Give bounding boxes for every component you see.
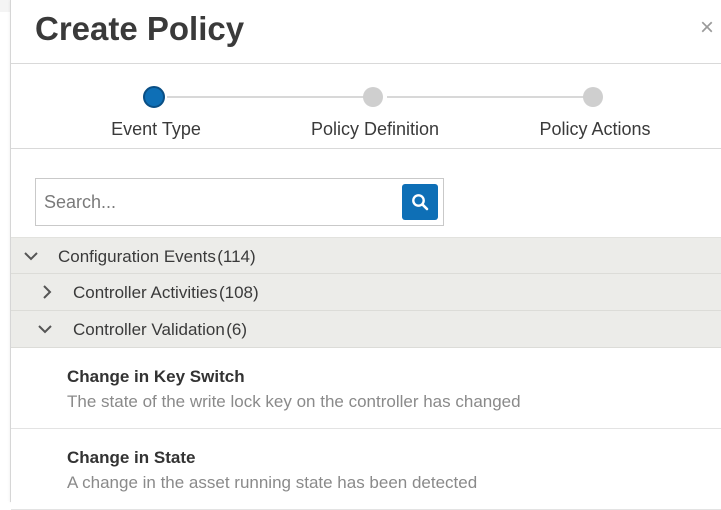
event-item-description: The state of the write lock key on the c… xyxy=(67,392,521,411)
chevron-down-icon xyxy=(24,252,38,261)
tree-subgroup-label: Controller Activities (108) xyxy=(73,283,259,302)
step-dot-policy-actions[interactable] xyxy=(583,87,603,107)
close-icon[interactable]: × xyxy=(700,16,714,40)
create-policy-dialog: Create Policy × Event Type Policy Defini… xyxy=(10,0,721,510)
tree-subgroup-controller-validation[interactable]: Controller Validation (6) xyxy=(11,311,721,348)
event-item-description: A change in the asset running state has … xyxy=(67,473,478,492)
search-input[interactable] xyxy=(36,179,386,225)
dialog-title: Create Policy xyxy=(35,10,245,47)
search-button[interactable] xyxy=(402,184,438,220)
event-item-name: Change in State xyxy=(67,448,196,467)
chevron-down-icon xyxy=(38,325,52,334)
step-label-event-type[interactable]: Event Type xyxy=(111,119,201,140)
event-tree: Configuration Events (114) Controller Ac… xyxy=(11,237,721,510)
event-item-name: Change in Key Switch xyxy=(67,367,245,386)
event-item-change-in-state[interactable]: Change in State A change in the asset ru… xyxy=(11,429,721,510)
tree-subgroup-label: Controller Validation (6) xyxy=(73,320,248,339)
step-connector xyxy=(387,96,593,98)
wizard-stepper: Event Type Policy Definition Policy Acti… xyxy=(11,65,721,149)
step-dot-policy-definition[interactable] xyxy=(363,87,383,107)
search-icon xyxy=(412,194,429,211)
step-label-policy-definition[interactable]: Policy Definition xyxy=(311,119,439,140)
dialog-header: Create Policy × xyxy=(11,0,721,64)
step-dot-event-type[interactable] xyxy=(143,86,165,108)
tree-group-configuration-events[interactable]: Configuration Events (114) xyxy=(11,237,721,274)
tree-subgroup-controller-activities[interactable]: Controller Activities (108) xyxy=(11,274,721,311)
search-box xyxy=(35,178,444,226)
step-label-policy-actions[interactable]: Policy Actions xyxy=(539,119,650,140)
event-item-change-in-key-switch[interactable]: Change in Key Switch The state of the wr… xyxy=(11,348,721,429)
chevron-right-icon xyxy=(43,285,52,299)
step-connector xyxy=(167,96,375,98)
tree-group-label: Configuration Events (114) xyxy=(58,247,256,266)
